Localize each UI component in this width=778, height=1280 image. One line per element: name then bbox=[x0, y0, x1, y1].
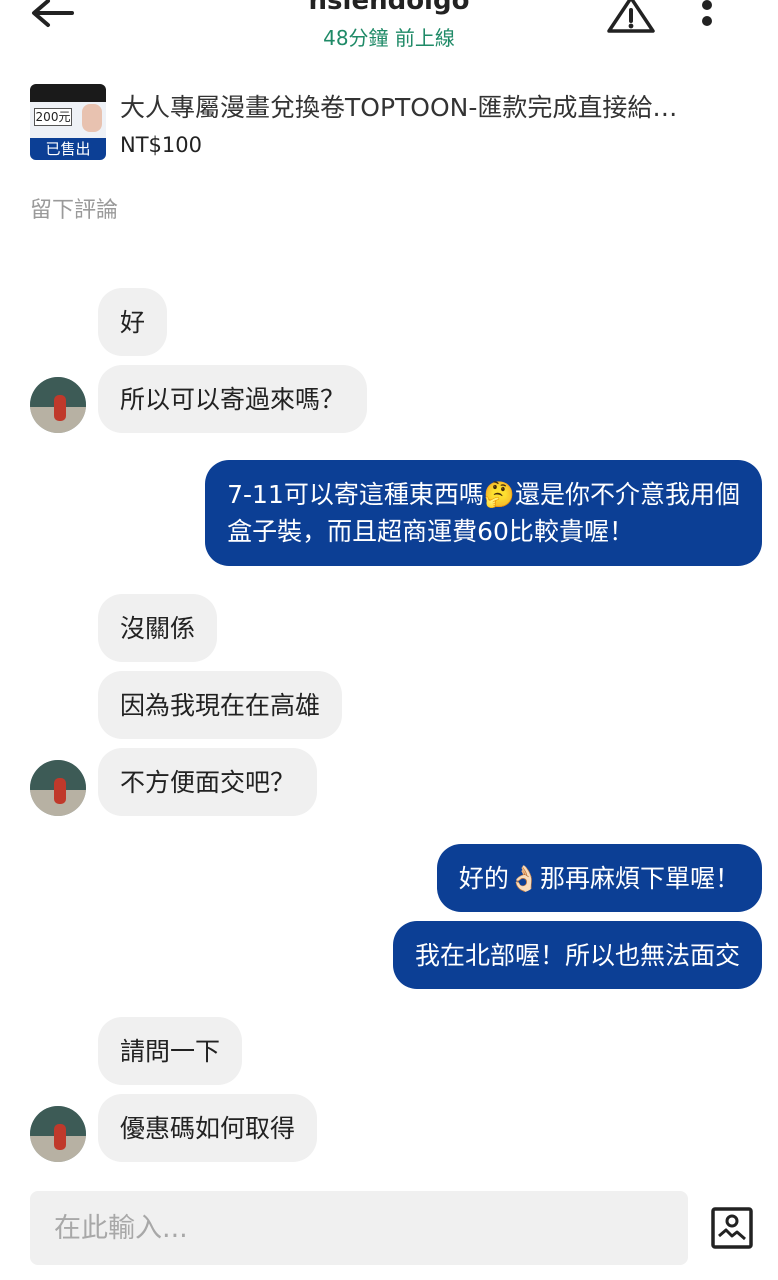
partner-avatar[interactable] bbox=[30, 1106, 86, 1162]
listing-title: 大人專屬漫畫兌換卷TOPTOON-匯款完成直接給… bbox=[120, 93, 678, 122]
message-input[interactable] bbox=[30, 1191, 688, 1265]
thumbnail-price-tag: 200元 bbox=[34, 108, 72, 126]
incoming-message: 好 bbox=[98, 288, 168, 356]
partner-avatar[interactable] bbox=[30, 377, 86, 433]
listing-thumbnail: 200元 已售出 bbox=[30, 84, 106, 160]
incoming-message: 優惠碼如何取得 bbox=[98, 1094, 318, 1162]
partner-avatar[interactable] bbox=[30, 760, 86, 816]
incoming-message: 請問一下 bbox=[98, 1017, 243, 1085]
incoming-message: 不方便面交吧？ bbox=[98, 748, 318, 816]
outgoing-message: 7-11可以寄這種東西嗎🤔還是你不介意我用個 盒子裝，而且超商運費60比較貴喔！ bbox=[205, 460, 762, 566]
message-line: 7-11可以寄這種東西嗎🤔還是你不介意我用個 bbox=[227, 480, 740, 509]
chat-partner-name[interactable]: hsiehdoigo bbox=[0, 0, 778, 16]
warning-triangle-icon bbox=[607, 0, 655, 33]
attach-photo-button[interactable] bbox=[710, 1206, 754, 1250]
sold-badge: 已售出 bbox=[30, 138, 106, 160]
listing-price: NT$100 bbox=[120, 133, 202, 157]
more-options-button[interactable] bbox=[695, 0, 719, 34]
outgoing-message: 好的👌🏻那再麻煩下單喔！ bbox=[436, 844, 762, 912]
report-button[interactable] bbox=[605, 0, 657, 34]
incoming-message: 沒關係 bbox=[98, 594, 218, 662]
incoming-message: 因為我現在在高雄 bbox=[98, 671, 343, 739]
leave-review-link[interactable]: 留下評論 bbox=[30, 192, 118, 224]
online-status: 48分鐘 前上線 bbox=[323, 26, 455, 50]
image-upload-icon bbox=[711, 1207, 753, 1249]
listing-card[interactable]: 200元 已售出 大人專屬漫畫兌換卷TOPTOON-匯款完成直接給… NT$10… bbox=[30, 84, 760, 160]
chat-header: hsiehdoigo 48分鐘 前上線 bbox=[0, 0, 778, 70]
more-vertical-icon bbox=[702, 0, 712, 10]
outgoing-message: 我在北部喔！所以也無法面交 bbox=[392, 921, 762, 989]
message-line: 盒子裝，而且超商運費60比較貴喔！ bbox=[227, 517, 634, 546]
incoming-message: 所以可以寄過來嗎？ bbox=[98, 365, 368, 433]
